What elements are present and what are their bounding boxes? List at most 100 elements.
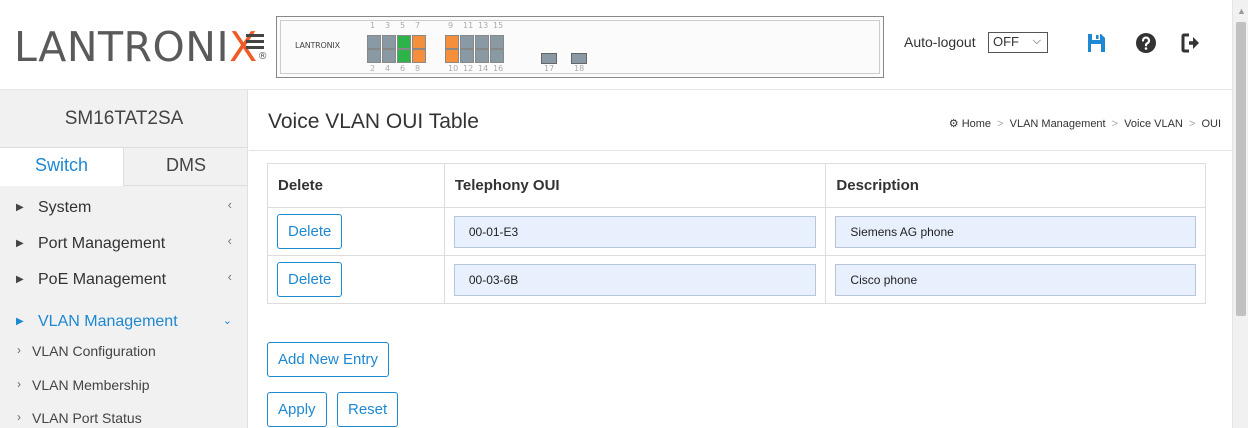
breadcrumb-separator: > (1188, 118, 1196, 130)
column-header-description: Description (825, 163, 1206, 208)
caret-right-icon: ▶ (16, 238, 24, 249)
port-number-label: 3 (385, 21, 391, 30)
main-content: Voice VLAN OUI Table ⚙ Home > VLAN Manag… (249, 90, 1232, 428)
port-number-label: 13 (478, 21, 489, 30)
port-number-label: 15 (493, 21, 504, 30)
table-cell: 00-03-6B (443, 255, 827, 304)
column-header-telephony-oui: Telephony OUI (443, 163, 827, 208)
scrollbar-thumb[interactable] (1236, 22, 1246, 316)
sidebar-item-label: System (38, 199, 92, 216)
port-number-label: 6 (400, 64, 406, 73)
port-number-label: 14 (478, 64, 489, 73)
chevron-left-icon: ‹ (227, 269, 232, 284)
breadcrumb-vlan-management[interactable]: VLAN Management (1010, 118, 1106, 130)
sidebar-item-label: PoE Management (38, 271, 167, 288)
scroll-up-icon[interactable]: ▲ (1237, 6, 1246, 16)
sidebar-subitem-label: VLAN Configuration (32, 343, 156, 359)
sidebar-tabs: Switch DMS (0, 148, 248, 186)
page-title: Voice VLAN OUI Table (268, 110, 479, 133)
breadcrumb-separator: > (1111, 118, 1119, 130)
menu-toggle-icon[interactable] (246, 34, 264, 50)
delete-button[interactable]: Delete (277, 262, 343, 297)
table-cell: Cisco phone (825, 255, 1206, 304)
logout-icon[interactable] (1180, 32, 1202, 54)
ethernet-port (460, 49, 474, 63)
ethernet-port (367, 35, 381, 49)
autologout-select[interactable]: OFF ⌵ (988, 32, 1048, 53)
ethernet-port (412, 35, 426, 49)
port-number-label: 17 (544, 64, 555, 73)
device-panel: LANTRONIX 1 2 3 4 5 6 7 8 9 10 11 12 13 14 15 16 17 18 (276, 16, 884, 78)
breadcrumb-oui: OUI (1201, 118, 1221, 130)
save-icon[interactable] (1085, 32, 1107, 54)
description-input[interactable]: Siemens AG phone (835, 215, 1196, 248)
home-icon: ⚙ (948, 118, 959, 130)
port-number-label: 11 (463, 21, 474, 30)
ethernet-port (490, 35, 504, 49)
device-logo: LANTRONIX (295, 41, 340, 50)
chevron-right-icon: › (17, 377, 21, 391)
ethernet-port (397, 49, 411, 63)
reset-button[interactable]: Reset (337, 392, 399, 427)
chevron-down-icon: ⌄ (222, 315, 232, 327)
chevron-down-icon: ⌵ (1032, 35, 1041, 47)
table-cell: Siemens AG phone (825, 207, 1206, 256)
port-number-label: 4 (385, 64, 391, 73)
lantronix-logo: LANTRONIX® (14, 23, 269, 71)
breadcrumb-home[interactable]: Home (962, 118, 991, 130)
port-number-label: 16 (493, 64, 504, 73)
caret-right-icon: ▶ (16, 274, 24, 285)
tab-switch[interactable]: Switch (0, 148, 124, 186)
caret-right-icon: ▶ (16, 202, 24, 213)
sidebar-subitem-label: VLAN Membership (32, 377, 150, 393)
table-cell: 00-01-E3 (443, 207, 827, 256)
telephony-oui-input[interactable]: 00-03-6B (453, 263, 817, 296)
top-header: LANTRONIX® LANTRONIX 1 2 3 4 5 6 7 8 9 10 11 12 13 14… (0, 0, 1232, 90)
sidebar-item-poe-management[interactable]: ▶ PoE Management ‹ (0, 263, 248, 299)
port-number-label: 2 (370, 64, 376, 73)
ethernet-port (397, 35, 411, 49)
sidebar-item-port-management[interactable]: ▶ Port Management ‹ (0, 227, 248, 263)
device-model: SM16TAT2SA (0, 90, 248, 148)
chevron-left-icon: ‹ (227, 233, 232, 248)
sfp-port (541, 53, 557, 64)
add-new-entry-button[interactable]: Add New Entry (267, 342, 390, 377)
sidebar-subitem-label: VLAN Port Status (32, 410, 142, 426)
sidebar-subitem-vlan-configuration[interactable]: › VLAN Configuration (0, 336, 248, 368)
port-number-label: 18 (574, 64, 585, 73)
breadcrumb-voice-vlan[interactable]: Voice VLAN (1124, 118, 1183, 130)
ethernet-port (412, 49, 426, 63)
delete-button[interactable]: Delete (277, 214, 343, 249)
port-number-label: 9 (448, 21, 454, 30)
chevron-left-icon: ‹ (227, 197, 232, 212)
breadcrumb: ⚙ Home > VLAN Management > Voice VLAN > … (949, 117, 1221, 130)
autologout-label: Auto-logout (904, 34, 976, 50)
port-number-label: 10 (448, 64, 459, 73)
ethernet-port (475, 35, 489, 49)
breadcrumb-separator: > (997, 118, 1004, 130)
sidebar-item-label: Port Management (38, 235, 166, 252)
port-number-label: 7 (415, 21, 421, 30)
tab-dms[interactable]: DMS (124, 148, 248, 186)
oui-table: Delete Telephony OUI Description Delete … (267, 163, 1206, 304)
sfp-port (571, 53, 587, 64)
telephony-oui-input[interactable]: 00-01-E3 (453, 215, 817, 248)
sidebar-subitem-vlan-membership[interactable]: › VLAN Membership (0, 370, 248, 402)
ethernet-port (445, 35, 459, 49)
apply-button[interactable]: Apply (267, 392, 327, 427)
ethernet-port (367, 49, 381, 63)
ethernet-port (475, 49, 489, 63)
description-input[interactable]: Cisco phone (835, 263, 1196, 296)
port-number-label: 12 (463, 64, 474, 73)
port-number-label: 8 (415, 64, 421, 73)
sidebar-item-system[interactable]: ▶ System ‹ (0, 191, 248, 227)
help-icon[interactable] (1135, 32, 1157, 54)
page-scrollbar[interactable]: ▲ (1232, 0, 1248, 428)
ethernet-port (382, 49, 396, 63)
autologout-value: OFF (993, 34, 1019, 49)
table-row: Delete 00-01-E3 Siemens AG phone (267, 207, 1206, 256)
sidebar-item-label: VLAN Management (38, 313, 178, 330)
sidebar-subitem-vlan-port-status[interactable]: › VLAN Port Status (0, 403, 248, 428)
table-header-row: Delete Telephony OUI Description (267, 163, 1206, 208)
port-number-label: 1 (370, 21, 376, 30)
